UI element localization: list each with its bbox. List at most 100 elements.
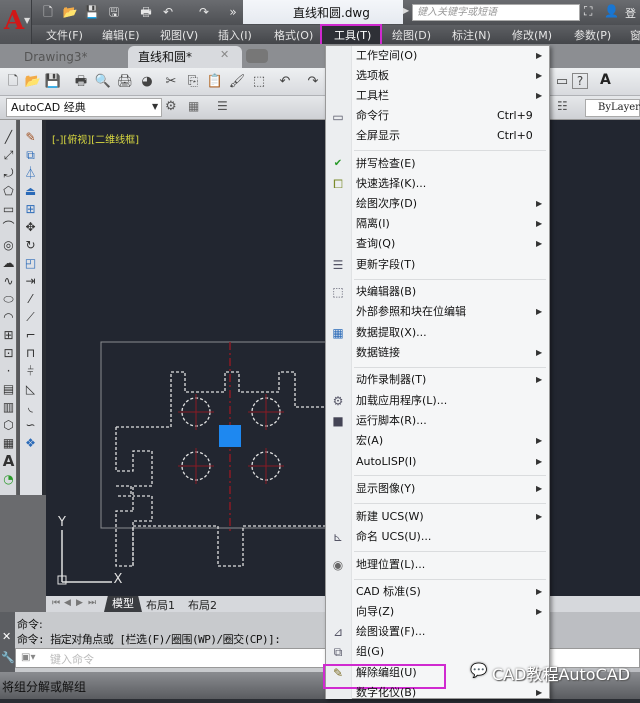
join-icon[interactable]: ⫩ xyxy=(22,362,39,380)
point-icon[interactable]: · xyxy=(0,362,17,380)
menu-file[interactable]: 文件(F) xyxy=(46,27,83,43)
revision-cloud-icon[interactable]: ☁ xyxy=(0,254,17,272)
open-icon[interactable]: 📂 xyxy=(24,73,42,91)
insert-block-icon[interactable]: ⊞ xyxy=(0,326,17,344)
copy-object-icon[interactable]: ⧉ xyxy=(22,146,39,164)
menu-draw[interactable]: 绘图(D) xyxy=(392,27,431,43)
line-icon[interactable]: ╱ xyxy=(0,128,17,146)
save-as-icon[interactable]: 🖫 xyxy=(106,4,122,20)
erase-icon[interactable]: ✎ xyxy=(22,128,39,146)
menu-item-autolisp[interactable]: AutoLISP(I) xyxy=(356,452,416,472)
menu-item-xref-edit[interactable]: 外部参照和块在位编辑 xyxy=(356,302,466,322)
tab-layout2[interactable]: 布局2 xyxy=(188,597,217,613)
polygon-icon[interactable]: ⬠ xyxy=(0,182,17,200)
menu-item-workspaces[interactable]: 工作空间(O) xyxy=(356,46,417,66)
break-at-point-icon[interactable]: ⌐ xyxy=(22,326,39,344)
menu-item-block-editor[interactable]: 块编辑器(B) xyxy=(356,282,416,302)
menu-item-palettes[interactable]: 选项板 xyxy=(356,66,389,86)
menu-item-draw-order[interactable]: 绘图次序(D) xyxy=(356,194,417,214)
paste-icon[interactable]: 📋 xyxy=(206,73,224,91)
save-icon[interactable]: 💾 xyxy=(84,4,100,20)
add-selected-icon[interactable]: ◔ xyxy=(0,470,17,488)
polyline-icon[interactable]: ⤾ xyxy=(0,164,17,182)
close-icon[interactable]: ✕ xyxy=(2,630,11,643)
plot-icon[interactable]: 🖶 xyxy=(72,73,90,91)
menu-item-quick-select[interactable]: 快速选择(K)... xyxy=(356,174,426,194)
stretch-icon[interactable]: ⇥ xyxy=(22,272,39,290)
trim-icon[interactable]: ⁄ xyxy=(22,290,39,308)
tab-model[interactable]: 模型 xyxy=(104,596,142,612)
print-icon[interactable]: 🖶 xyxy=(138,4,154,20)
menu-item-wizards[interactable]: 向导(Z) xyxy=(356,602,394,622)
ellipse-icon[interactable]: ⬭ xyxy=(0,290,17,308)
menu-item-drafting-settings[interactable]: 绘图设置(F)... xyxy=(356,622,425,642)
extend-icon[interactable]: ⟋ xyxy=(22,308,39,326)
spline-icon[interactable]: ∿ xyxy=(0,272,17,290)
application-menu-button[interactable]: A ▼ xyxy=(0,0,32,44)
publish-icon[interactable]: 🖨 xyxy=(116,73,134,91)
undo-icon[interactable]: ↶ xyxy=(160,4,176,20)
array-icon[interactable]: ⊞ xyxy=(22,200,39,218)
wrench-icon[interactable]: 🔧 xyxy=(1,651,15,664)
redo-icon[interactable]: ↷ xyxy=(304,73,322,91)
make-block-icon[interactable]: ⊡ xyxy=(0,344,17,362)
menu-item-data-extraction[interactable]: 数据提取(X)... xyxy=(356,323,427,343)
chevron-down-icon[interactable]: ▼ xyxy=(152,102,158,111)
menu-item-new-ucs[interactable]: 新建 UCS(W) xyxy=(356,507,424,527)
command-prompt-icon[interactable]: ▣▾ xyxy=(21,652,35,663)
menu-item-update-fields[interactable]: 更新字段(T) xyxy=(356,255,415,275)
menu-item-named-ucs[interactable]: 命名 UCS(U)... xyxy=(356,527,431,547)
tab-drawing3[interactable]: Drawing3* xyxy=(20,47,126,67)
menu-item-group[interactable]: 组(G) xyxy=(356,642,384,662)
toolbar-icon[interactable]: ▭ xyxy=(553,73,571,91)
layer-state-icon[interactable]: ☷ xyxy=(557,99,568,113)
blend-curves-icon[interactable]: ∽ xyxy=(22,416,39,434)
menu-item-run-script[interactable]: 运行脚本(R)... xyxy=(356,411,427,431)
menu-item-macro[interactable]: 宏(A) xyxy=(356,431,383,451)
menu-item-command-line[interactable]: 命令行 xyxy=(356,106,389,126)
search-input[interactable]: 键入关键字或短语 xyxy=(412,4,580,21)
next-layout-icon[interactable]: ▶ xyxy=(76,598,83,608)
offset-icon[interactable]: ⏏ xyxy=(22,182,39,200)
menu-item-geographic-location[interactable]: 地理位置(L)... xyxy=(356,555,425,575)
tab-layout1[interactable]: 布局1 xyxy=(146,597,175,613)
menu-insert[interactable]: 插入(I) xyxy=(218,27,252,43)
copy-icon[interactable]: ⎘ xyxy=(184,73,202,91)
circle-icon[interactable]: ◎ xyxy=(0,236,17,254)
linetype-dropdown[interactable]: ByLayer xyxy=(585,99,640,117)
construction-line-icon[interactable]: ⤢ xyxy=(0,146,17,164)
menu-item-display-image[interactable]: 显示图像(Y) xyxy=(356,479,415,499)
more-icon[interactable]: » xyxy=(225,4,241,20)
menu-item-clean-screen[interactable]: 全屏显示 xyxy=(356,126,400,146)
block-editor-icon[interactable]: ⬚ xyxy=(250,73,268,91)
previous-layout-icon[interactable]: ◀ xyxy=(64,598,71,608)
menu-item-load-application[interactable]: 加载应用程序(L)... xyxy=(356,391,447,411)
plot-preview-icon[interactable]: 🔍 xyxy=(94,73,112,91)
text-style-icon[interactable]: A xyxy=(600,72,611,88)
layer-properties-icon[interactable]: ☰ xyxy=(217,99,228,113)
save-icon[interactable]: 💾 xyxy=(44,73,62,91)
3d-dwf-icon[interactable]: ◕ xyxy=(138,73,156,91)
user-icon[interactable]: 👤 xyxy=(604,4,619,18)
login-link[interactable]: 登 xyxy=(625,5,636,21)
menu-dimension[interactable]: 标注(N) xyxy=(452,27,491,43)
new-tab-button[interactable] xyxy=(246,49,268,63)
gradient-icon[interactable]: ▥ xyxy=(0,398,17,416)
rectangle-icon[interactable]: ▭ xyxy=(0,200,17,218)
close-tab-icon[interactable]: ✕ xyxy=(220,48,229,61)
menu-item-action-recorder[interactable]: 动作录制器(T) xyxy=(356,370,426,390)
scale-icon[interactable]: ◰ xyxy=(22,254,39,272)
menu-item-toolbars[interactable]: 工具栏 xyxy=(356,86,389,106)
workspace-settings-icon[interactable]: ▦ xyxy=(188,99,199,113)
menu-view[interactable]: 视图(V) xyxy=(160,27,198,43)
rotate-icon[interactable]: ↻ xyxy=(22,236,39,254)
new-file-icon[interactable]: 🗋 xyxy=(40,4,56,20)
cut-icon[interactable]: ✂ xyxy=(162,73,180,91)
explode-icon[interactable]: ❖ xyxy=(22,434,39,452)
multiline-text-icon[interactable]: A xyxy=(0,452,17,470)
menu-item-inquiry[interactable]: 查询(Q) xyxy=(356,234,395,254)
menu-item-data-links[interactable]: 数据链接 xyxy=(356,343,400,363)
break-icon[interactable]: ⊓ xyxy=(22,344,39,362)
region-icon[interactable]: ⬡ xyxy=(0,416,17,434)
redo-icon[interactable]: ↷ xyxy=(196,4,212,20)
